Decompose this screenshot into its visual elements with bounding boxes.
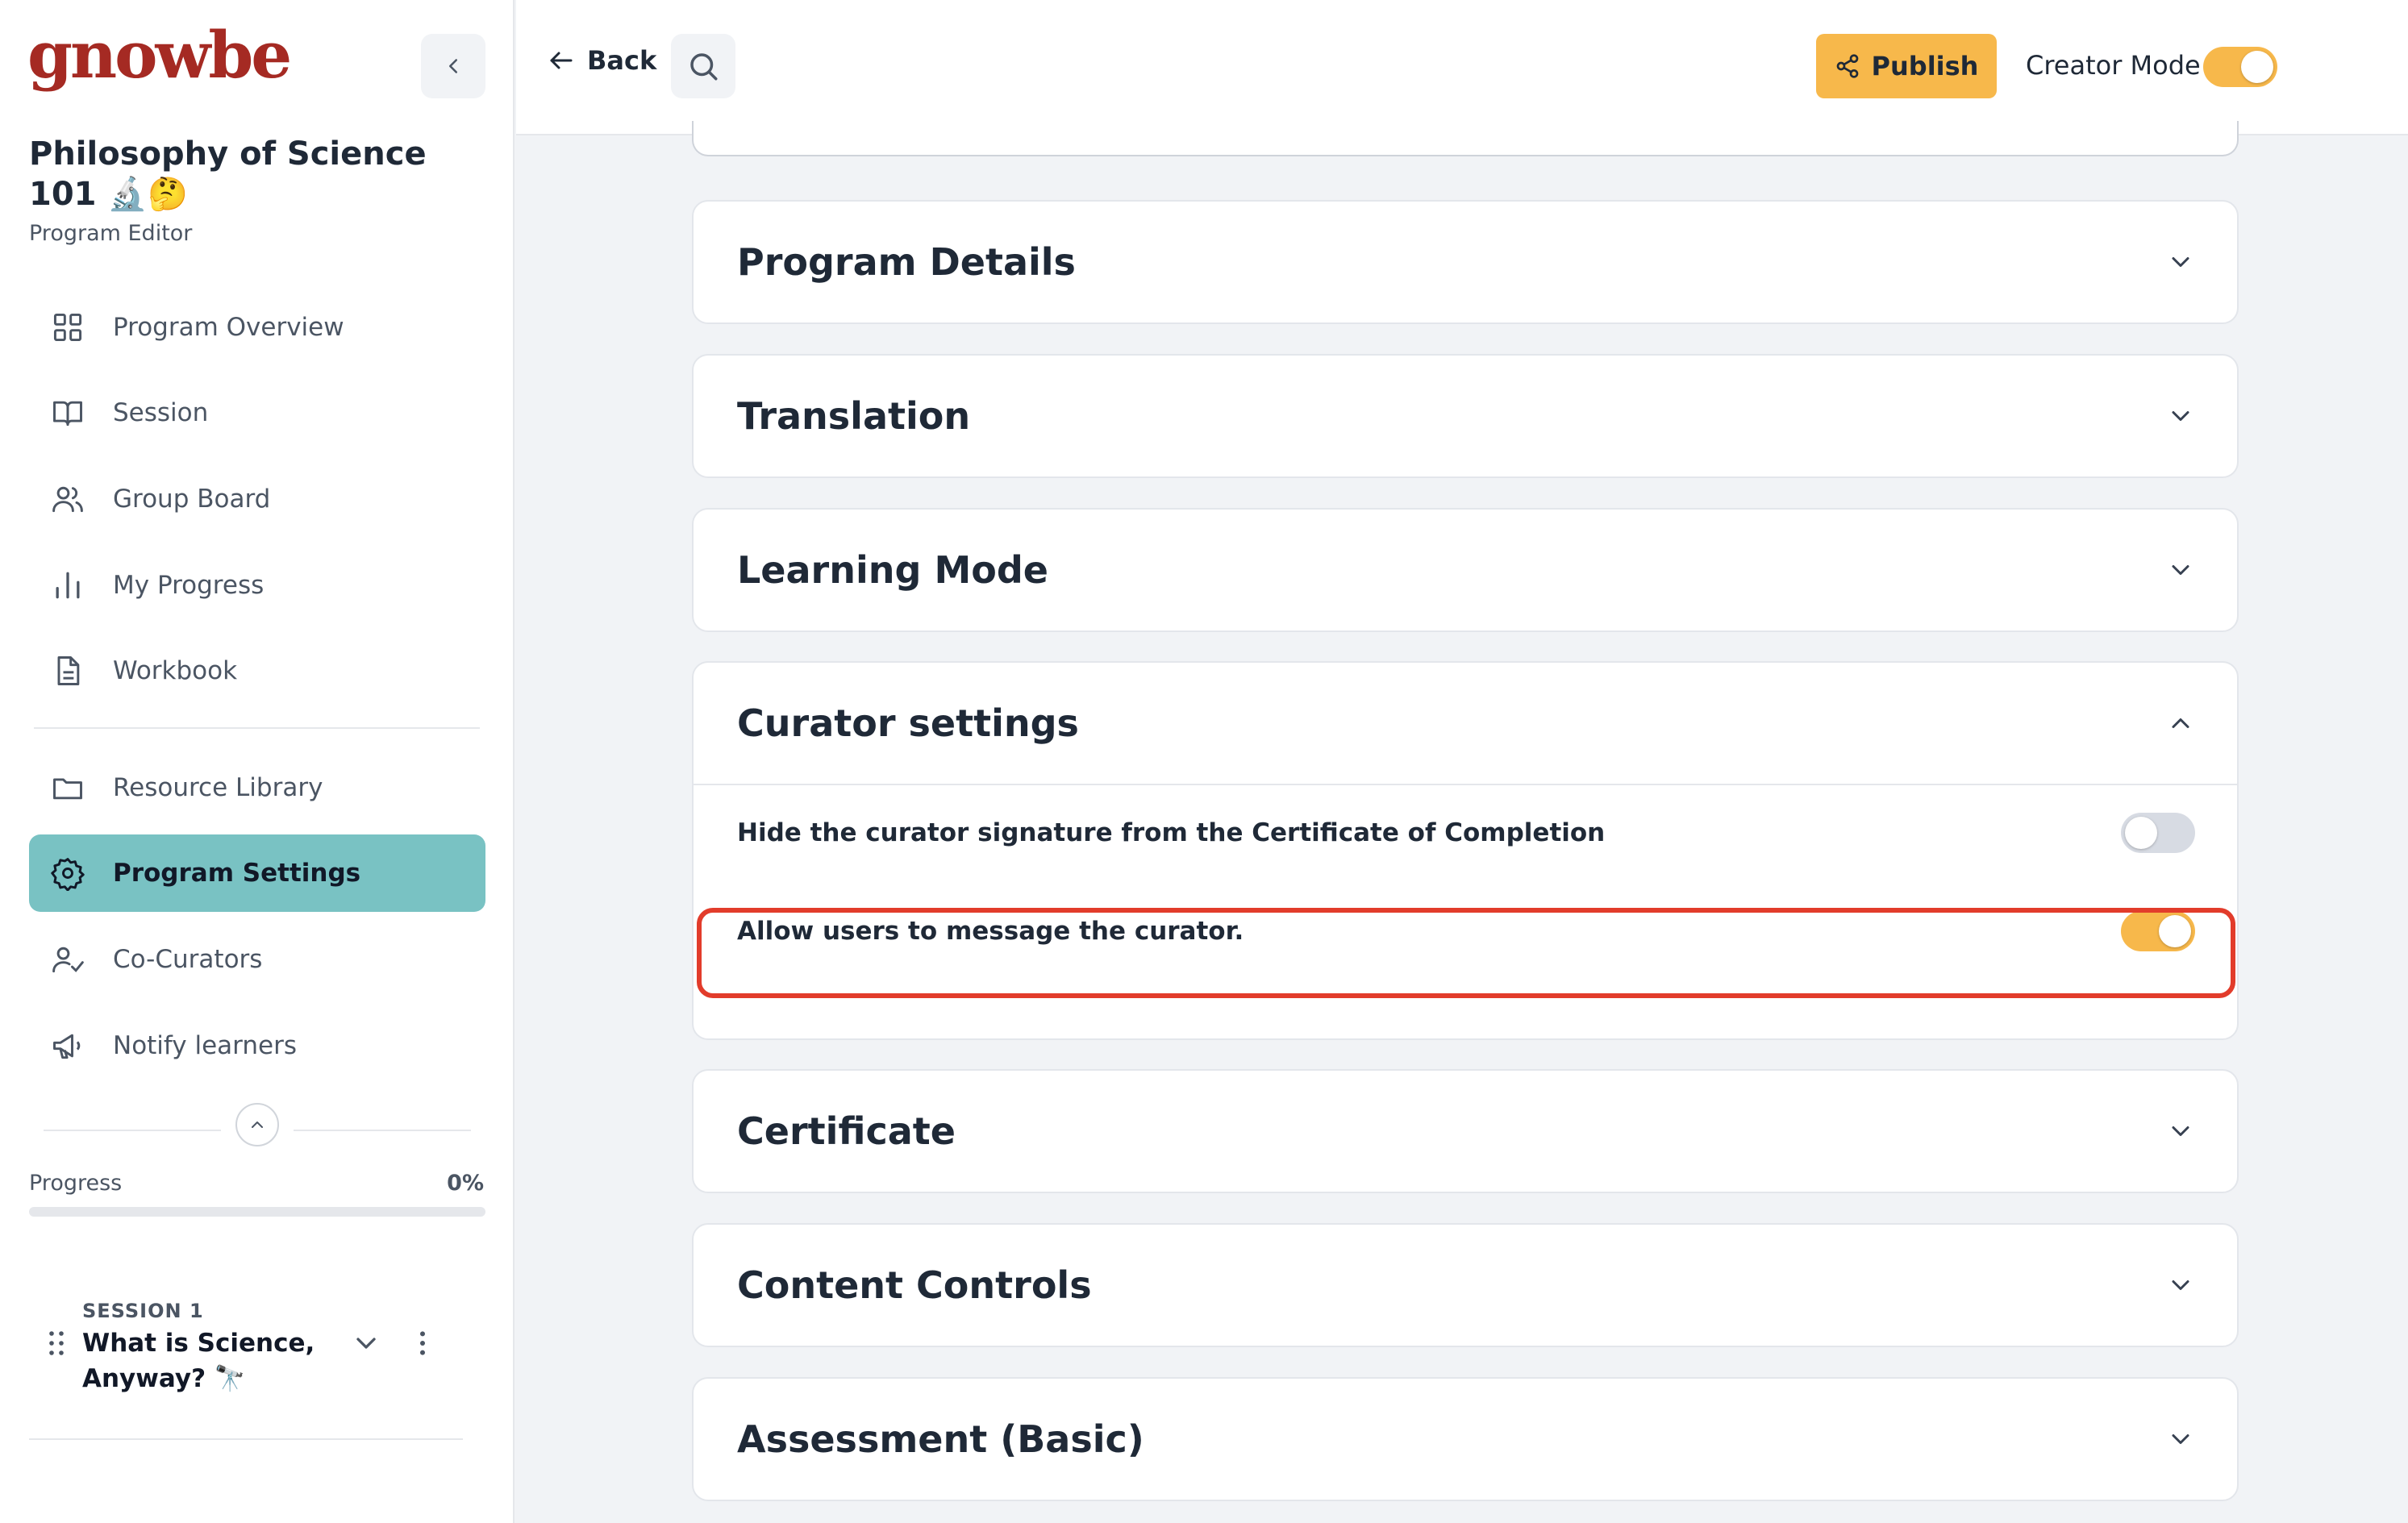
chevron-down-icon [356,1338,376,1349]
users-icon [50,481,85,517]
back-button[interactable]: Back [547,45,656,76]
gnowbe-logo[interactable]: gnowbe [27,23,292,87]
toggle-knob [2241,51,2273,83]
sidebar-item-session[interactable]: Session [29,374,485,451]
arrow-left-icon [547,46,576,75]
sidebar-item-label: My Progress [113,571,265,600]
section-header[interactable]: Content Controls [694,1225,2237,1346]
sidebar-item-label: Program Settings [113,859,361,888]
session-title[interactable]: What is Science, Anyway? 🔭 [82,1325,340,1396]
session-kicker: SESSION 1 [82,1300,204,1322]
folder-icon [50,770,85,805]
more-vertical-icon [420,1331,425,1355]
sidebar-item-program-settings[interactable]: Program Settings [29,834,485,912]
hide-curator-signature-toggle[interactable] [2121,813,2195,853]
sidebar-item-label: Group Board [113,485,271,514]
section-header[interactable]: Assessment (Basic) [694,1379,2237,1500]
chevron-down-icon [2166,1425,2195,1454]
sidebar-item-label: Co-Curators [113,945,263,974]
sidebar-divider [29,1438,463,1440]
sidebar-item-co-curators[interactable]: Co-Curators [29,921,485,998]
highlight-annotation [697,908,2235,998]
previous-section-card-edge [692,121,2239,156]
section-title: Curator settings [737,701,1079,745]
sidebar: gnowbe Philosophy of Science 101 🔬🤔 Prog… [0,0,515,1523]
section-title: Program Details [737,240,1076,284]
setting-label: Hide the curator signature from the Cert… [737,818,1606,847]
sidebar-item-label: Workbook [113,656,238,685]
collapse-nav-button[interactable] [235,1103,279,1146]
section-program-details: Program Details [692,200,2239,324]
progress-label: Progress [29,1171,123,1196]
sidebar-item-label: Program Overview [113,313,344,342]
section-assessment-basic: Assessment (Basic) [692,1377,2239,1501]
section-translation: Translation [692,354,2239,478]
back-label: Back [587,45,657,76]
chevron-left-icon [449,59,457,73]
sidebar-item-label: Resource Library [113,773,323,802]
grid-icon [50,310,85,345]
section-header[interactable]: Program Details [694,202,2237,322]
sidebar-item-program-overview[interactable]: Program Overview [29,289,485,366]
section-certificate: Certificate [692,1069,2239,1193]
toggle-knob [2125,817,2157,849]
top-bar: Back Publish Creator Mode [516,0,2408,135]
section-header[interactable]: Learning Mode [694,510,2237,630]
chevron-down-icon [2166,402,2195,431]
section-header[interactable]: Curator settings [694,663,2237,784]
publish-label: Publish [1871,51,1979,81]
chevron-down-icon [2166,1117,2195,1146]
drag-handle-icon[interactable] [47,1329,66,1361]
session-more-button[interactable] [413,1327,432,1363]
section-content-controls: Content Controls [692,1223,2239,1347]
sidebar-divider [44,1130,221,1131]
chevron-down-icon [2166,1271,2195,1300]
sidebar-item-workbook[interactable]: Workbook [29,632,485,709]
section-title: Assessment (Basic) [737,1417,1144,1461]
megaphone-icon [50,1028,85,1063]
share-icon [1835,53,1860,79]
user-check-icon [50,942,85,977]
section-title: Content Controls [737,1263,1092,1307]
section-header[interactable]: Certificate [694,1071,2237,1192]
publish-button[interactable]: Publish [1816,34,1997,98]
sidebar-item-group-board[interactable]: Group Board [29,460,485,538]
sidebar-item-label: Notify learners [113,1031,297,1060]
search-icon [690,53,718,81]
sidebar-divider [34,727,480,729]
sidebar-item-label: Session [113,398,209,427]
chevron-down-icon [2166,248,2195,277]
progress-bar [29,1207,485,1217]
chevron-up-icon [2166,709,2195,738]
sidebar-item-resource-library[interactable]: Resource Library [29,749,485,826]
section-header[interactable]: Translation [694,356,2237,476]
creator-mode-label: Creator Mode [2026,50,2201,81]
creator-mode-toggle[interactable] [2203,47,2277,87]
gear-icon [50,855,85,891]
session-expand-button[interactable] [350,1327,382,1363]
section-title: Translation [737,394,971,438]
section-title: Learning Mode [737,548,1048,592]
sidebar-item-my-progress[interactable]: My Progress [29,547,485,624]
progress-value: 0% [447,1171,484,1196]
section-title: Certificate [737,1109,956,1153]
collapse-sidebar-button[interactable] [421,34,485,98]
sidebar-divider [294,1130,471,1131]
book-icon [50,395,85,431]
document-icon [50,653,85,689]
bar-chart-icon [50,568,85,603]
setting-hide-curator-signature: Hide the curator signature from the Cert… [694,785,2237,880]
program-subtitle: Program Editor [29,221,193,246]
section-learning-mode: Learning Mode [692,508,2239,632]
search-button[interactable] [671,34,735,98]
program-title: Philosophy of Science 101 🔬🤔 [29,135,427,213]
chevron-up-icon [252,1121,263,1128]
sidebar-item-notify-learners[interactable]: Notify learners [29,1007,485,1084]
chevron-down-icon [2166,556,2195,585]
